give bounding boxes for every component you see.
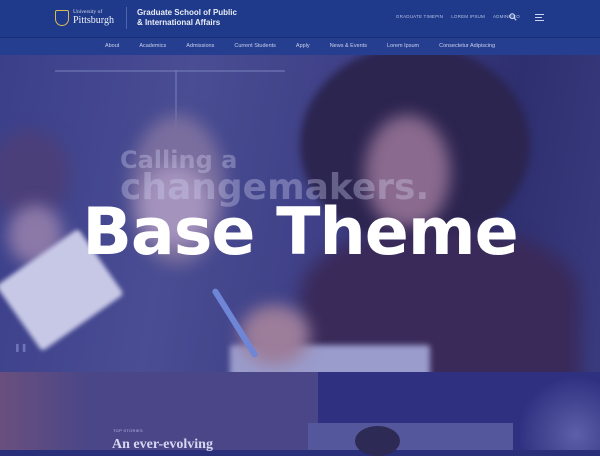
school-name-line2: & International Affairs <box>136 18 221 27</box>
hero-photo-hand <box>240 305 310 365</box>
nav-item-apply[interactable]: Apply <box>286 38 320 55</box>
site-header: University of Pittsburgh Graduate School… <box>0 0 600 38</box>
utility-nav: GRADUATE TIMEPIN LOREM IPSUM ADMINISEO <box>396 14 520 19</box>
hero-title: Base Theme <box>82 195 518 270</box>
nav-item-academics[interactable]: Academics <box>129 38 176 55</box>
school-name-line1: Graduate School of Public <box>136 8 237 18</box>
top-stories-eyebrow: TOP STORIES <box>113 428 143 433</box>
feature-photo[interactable] <box>308 423 513 450</box>
university-big-text: Pittsburgh <box>73 14 114 26</box>
feature-panel-texture <box>520 372 600 450</box>
top-stories-heading[interactable]: An ever-evolving <box>112 437 213 453</box>
utility-link-1[interactable]: GRADUATE TIMEPIN <box>396 14 443 19</box>
nav-item-about[interactable]: About <box>95 38 129 55</box>
search-icon[interactable] <box>509 13 517 21</box>
school-name[interactable]: Graduate School of Public & Internationa… <box>137 8 237 27</box>
nav-item-consectetur[interactable]: Consectetur Adipiscing <box>429 38 505 55</box>
shield-icon <box>55 10 69 26</box>
nav-item-admissions[interactable]: Admissions <box>176 38 224 55</box>
main-nav: About Academics Admissions Current Stude… <box>0 38 600 55</box>
slider-pause-icon[interactable]: ❚❚ <box>14 343 27 352</box>
nav-item-lorem-ipsum[interactable]: Lorem Ipsum <box>377 38 429 55</box>
top-stories-tint <box>0 372 90 450</box>
utility-link-2[interactable]: LOREM IPSUM <box>451 14 485 19</box>
university-wordmark: University of Pittsburgh <box>73 10 114 26</box>
feature-photo-person <box>355 426 400 456</box>
hero-window-frame <box>55 70 285 72</box>
nav-item-current-students[interactable]: Current Students <box>224 38 286 55</box>
nav-item-news-events[interactable]: News & Events <box>320 38 377 55</box>
hamburger-menu-icon[interactable] <box>535 14 544 21</box>
university-logo[interactable]: University of Pittsburgh Graduate School… <box>55 7 237 29</box>
logo-divider <box>125 7 127 29</box>
